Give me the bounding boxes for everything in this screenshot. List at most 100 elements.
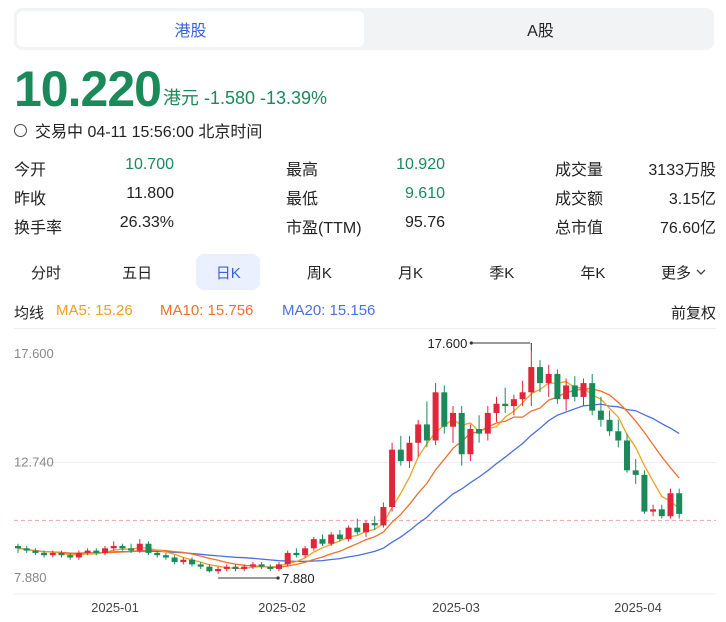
candle-body bbox=[267, 566, 274, 569]
candle-body bbox=[423, 424, 430, 441]
ma10-value: MA10: 15.756 bbox=[160, 302, 254, 319]
candle-body bbox=[658, 509, 665, 517]
candle-body bbox=[293, 552, 300, 556]
candle-body bbox=[667, 493, 674, 517]
candle-body bbox=[49, 552, 56, 556]
candle-body bbox=[371, 523, 378, 526]
quote-stats-grid: 今开 10.700 最高 10.920 成交量 3133万股 昨收 11.800… bbox=[14, 152, 716, 239]
stat-label-prev-close: 昨收 bbox=[14, 191, 47, 208]
candle-body bbox=[154, 552, 161, 556]
candle-body bbox=[180, 559, 187, 563]
candle-body bbox=[571, 385, 578, 397]
candle-body bbox=[110, 546, 117, 549]
candle-body bbox=[432, 392, 439, 441]
market-tabs: 港股 A股 bbox=[14, 8, 714, 50]
x-tick-label: 2025-03 bbox=[432, 600, 480, 615]
candle-body bbox=[624, 440, 630, 471]
stat-label-volume: 成交量 bbox=[555, 162, 604, 179]
tab-quarterly-k[interactable]: 季K bbox=[470, 254, 534, 290]
tab-more[interactable]: 更多 bbox=[652, 254, 716, 290]
stat-label-pe-ttm: 市盈(TTM) bbox=[286, 220, 362, 237]
candle-body bbox=[650, 509, 657, 512]
candle-body bbox=[554, 373, 561, 400]
candle-body bbox=[136, 543, 143, 551]
candle-body bbox=[345, 527, 352, 540]
trading-status: 交易中 04-11 15:56:00 北京时间 bbox=[14, 118, 262, 142]
candle-body bbox=[380, 507, 387, 526]
stats-row: 今开 10.700 最高 10.920 成交量 3133万股 bbox=[14, 152, 716, 181]
tab-weekly-k[interactable]: 周K bbox=[287, 254, 351, 290]
candle-body bbox=[197, 564, 204, 567]
candle-body bbox=[632, 470, 639, 475]
clock-icon bbox=[14, 123, 27, 137]
stat-label-low: 最低 bbox=[286, 191, 319, 208]
low-marker-dot bbox=[276, 576, 280, 580]
stats-row: 换手率 26.33% 市盈(TTM) 95.76 总市值 76.60亿 bbox=[14, 210, 716, 239]
candle-body bbox=[484, 412, 491, 434]
stat-label-high: 最高 bbox=[286, 162, 319, 179]
candle-body bbox=[328, 534, 335, 544]
candle-body bbox=[336, 534, 343, 540]
stat-value-open: 10.700 bbox=[125, 156, 174, 173]
tab-hk-stock[interactable]: 港股 bbox=[17, 11, 364, 47]
candle-body bbox=[676, 493, 683, 514]
candle-body bbox=[23, 548, 30, 551]
candle-body bbox=[84, 550, 91, 553]
candle-body bbox=[493, 403, 500, 413]
candle-body bbox=[363, 523, 369, 533]
period-tabs: 分时 五日 日K 周K 月K 季K 年K 更多 bbox=[14, 254, 716, 290]
candle-body bbox=[319, 539, 326, 544]
candle-body bbox=[528, 367, 535, 393]
candle-body bbox=[563, 385, 570, 400]
tab-yearly-k[interactable]: 年K bbox=[561, 254, 625, 290]
stat-value-high: 10.920 bbox=[396, 156, 445, 173]
low-price-label: 7.880 bbox=[282, 571, 315, 586]
candle-body bbox=[545, 373, 552, 384]
tab-monthly-k[interactable]: 月K bbox=[379, 254, 443, 290]
adjust-toggle[interactable]: 前复权 bbox=[671, 302, 716, 323]
candle-body bbox=[162, 555, 169, 558]
candle-body bbox=[641, 474, 648, 512]
stat-label-turnover-rate: 换手率 bbox=[14, 220, 63, 237]
tab-daily-k[interactable]: 日K bbox=[196, 254, 261, 290]
candle-body bbox=[589, 383, 596, 411]
price-change: -1.580 bbox=[203, 88, 255, 108]
candle-body bbox=[223, 566, 230, 569]
stat-label-market-cap: 总市值 bbox=[555, 220, 604, 237]
candle-body bbox=[93, 550, 100, 553]
candle-body bbox=[537, 367, 543, 384]
tab-a-stock[interactable]: A股 bbox=[367, 8, 714, 50]
candle-body bbox=[519, 392, 526, 400]
candle-body bbox=[406, 442, 413, 462]
stat-value-turnover-rate: 26.33% bbox=[119, 214, 174, 231]
candle-body bbox=[128, 548, 135, 551]
candle-body bbox=[258, 564, 265, 567]
candle-body bbox=[41, 552, 48, 556]
candle-body bbox=[67, 555, 74, 558]
price-row: 10.220 港元 -1.580 -13.39% bbox=[14, 62, 327, 116]
candle-body bbox=[476, 429, 483, 434]
candle-body bbox=[606, 419, 613, 432]
candlestick-chart[interactable]: 17.600 12.740 7.880 2025-01 2025-02 2025-03 20… bbox=[0, 328, 726, 622]
ma20-value: MA20: 15.156 bbox=[282, 302, 376, 319]
chevron-down-icon bbox=[696, 269, 706, 275]
tab-intraday[interactable]: 分时 bbox=[14, 254, 78, 290]
x-tick-label: 2025-04 bbox=[614, 600, 662, 615]
stat-label-turnover-amount: 成交额 bbox=[555, 191, 604, 208]
stat-label-open: 今开 bbox=[14, 162, 47, 179]
candle-body bbox=[597, 410, 604, 420]
stat-value-volume: 3133万股 bbox=[648, 162, 716, 179]
candle-body bbox=[32, 550, 39, 553]
stat-value-pe-ttm: 95.76 bbox=[404, 214, 445, 231]
candle-body bbox=[415, 424, 422, 443]
x-tick-label: 2025-01 bbox=[91, 600, 139, 615]
candle-body bbox=[232, 566, 239, 569]
currency-label: 港元 bbox=[162, 88, 199, 108]
stats-row: 昨收 11.800 最低 9.610 成交额 3.15亿 bbox=[14, 181, 716, 210]
candle-body bbox=[171, 557, 178, 563]
stat-value-market-cap: 76.60亿 bbox=[659, 220, 716, 237]
stat-value-turnover-amount: 3.15亿 bbox=[668, 191, 716, 208]
candle-body bbox=[119, 546, 126, 549]
y-tick-label: 12.740 bbox=[14, 455, 54, 470]
tab-five-day[interactable]: 五日 bbox=[105, 254, 169, 290]
